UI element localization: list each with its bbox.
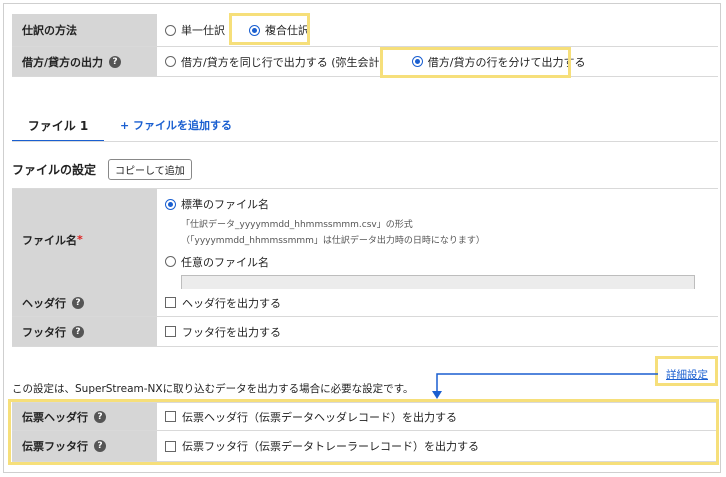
- highlight-compound: [229, 13, 310, 45]
- checkbox-icon[interactable]: [165, 326, 176, 337]
- header-row-setting: ヘッダ行? ヘッダ行を出力する: [12, 289, 718, 317]
- file-settings-title: ファイルの設定: [12, 162, 97, 177]
- debit-credit-output-row: 借方/貸方の出力? 借方/貸方を同じ行で出力する (弥生会計) 借方/貸方の行を…: [12, 47, 718, 77]
- footer-row-setting: フッタ行? フッタ行を出力する: [12, 317, 718, 347]
- journal-method-label: 仕訳の方法: [12, 14, 157, 46]
- required-mark: *: [77, 233, 83, 246]
- standard-format-text: 「仕訳データ_yyyymmdd_hhmmssmmm.csv」の形式: [181, 219, 413, 230]
- tab-divider: [12, 141, 718, 142]
- file-settings-header: ファイルの設定 コピーして追加: [12, 158, 192, 180]
- filename-row: ファイル名 * 標準のファイル名 「仕訳データ_yyyymmdd_hhmmssmm…: [12, 188, 718, 293]
- arrow-connector: [432, 373, 658, 399]
- help-icon[interactable]: ?: [72, 296, 84, 309]
- single-journal-option[interactable]: 単一仕訳: [165, 22, 225, 38]
- tab-file-1[interactable]: ファイル 1: [12, 110, 104, 142]
- footer-row-checkbox-option[interactable]: フッタ行を出力する: [165, 324, 281, 340]
- copy-add-button[interactable]: コピーして追加: [108, 158, 192, 180]
- radio-icon[interactable]: [165, 24, 176, 36]
- debit-credit-output-label: 借方/貸方の出力: [22, 55, 104, 69]
- standard-note-text: （「yyyymmdd_hhmmssmmm」は仕訳データ出力時の日時になります）: [181, 235, 485, 246]
- highlight-separate-rows: [380, 47, 571, 78]
- header-row-checkbox-option[interactable]: ヘッダ行を出力する: [165, 295, 281, 311]
- radio-icon[interactable]: [165, 56, 176, 67]
- filename-label: ファイル名: [22, 233, 77, 247]
- highlight-detail-link: [655, 356, 718, 386]
- highlight-slip-rows: [8, 399, 719, 465]
- add-file-link[interactable]: + ファイルを追加する: [120, 110, 232, 140]
- help-icon[interactable]: ?: [72, 325, 84, 338]
- same-row-option[interactable]: 借方/貸方を同じ行で出力する (弥生会計): [165, 54, 384, 70]
- footer-row-label: フッタ行: [22, 325, 66, 339]
- journal-method-row: 仕訳の方法 単一仕訳 複合仕訳: [12, 14, 718, 47]
- standard-filename-option[interactable]: 標準のファイル名: [165, 196, 269, 212]
- header-row-label: ヘッダ行: [22, 296, 66, 310]
- radio-icon[interactable]: [165, 256, 176, 267]
- radio-selected-icon[interactable]: [165, 198, 176, 210]
- custom-filename-option[interactable]: 任意のファイル名: [165, 254, 269, 270]
- help-icon[interactable]: ?: [109, 55, 122, 68]
- superstream-note: この設定は、SuperStream-NXに取り込むデータを出力する場合に必要な設…: [12, 383, 414, 395]
- checkbox-icon[interactable]: [165, 297, 176, 308]
